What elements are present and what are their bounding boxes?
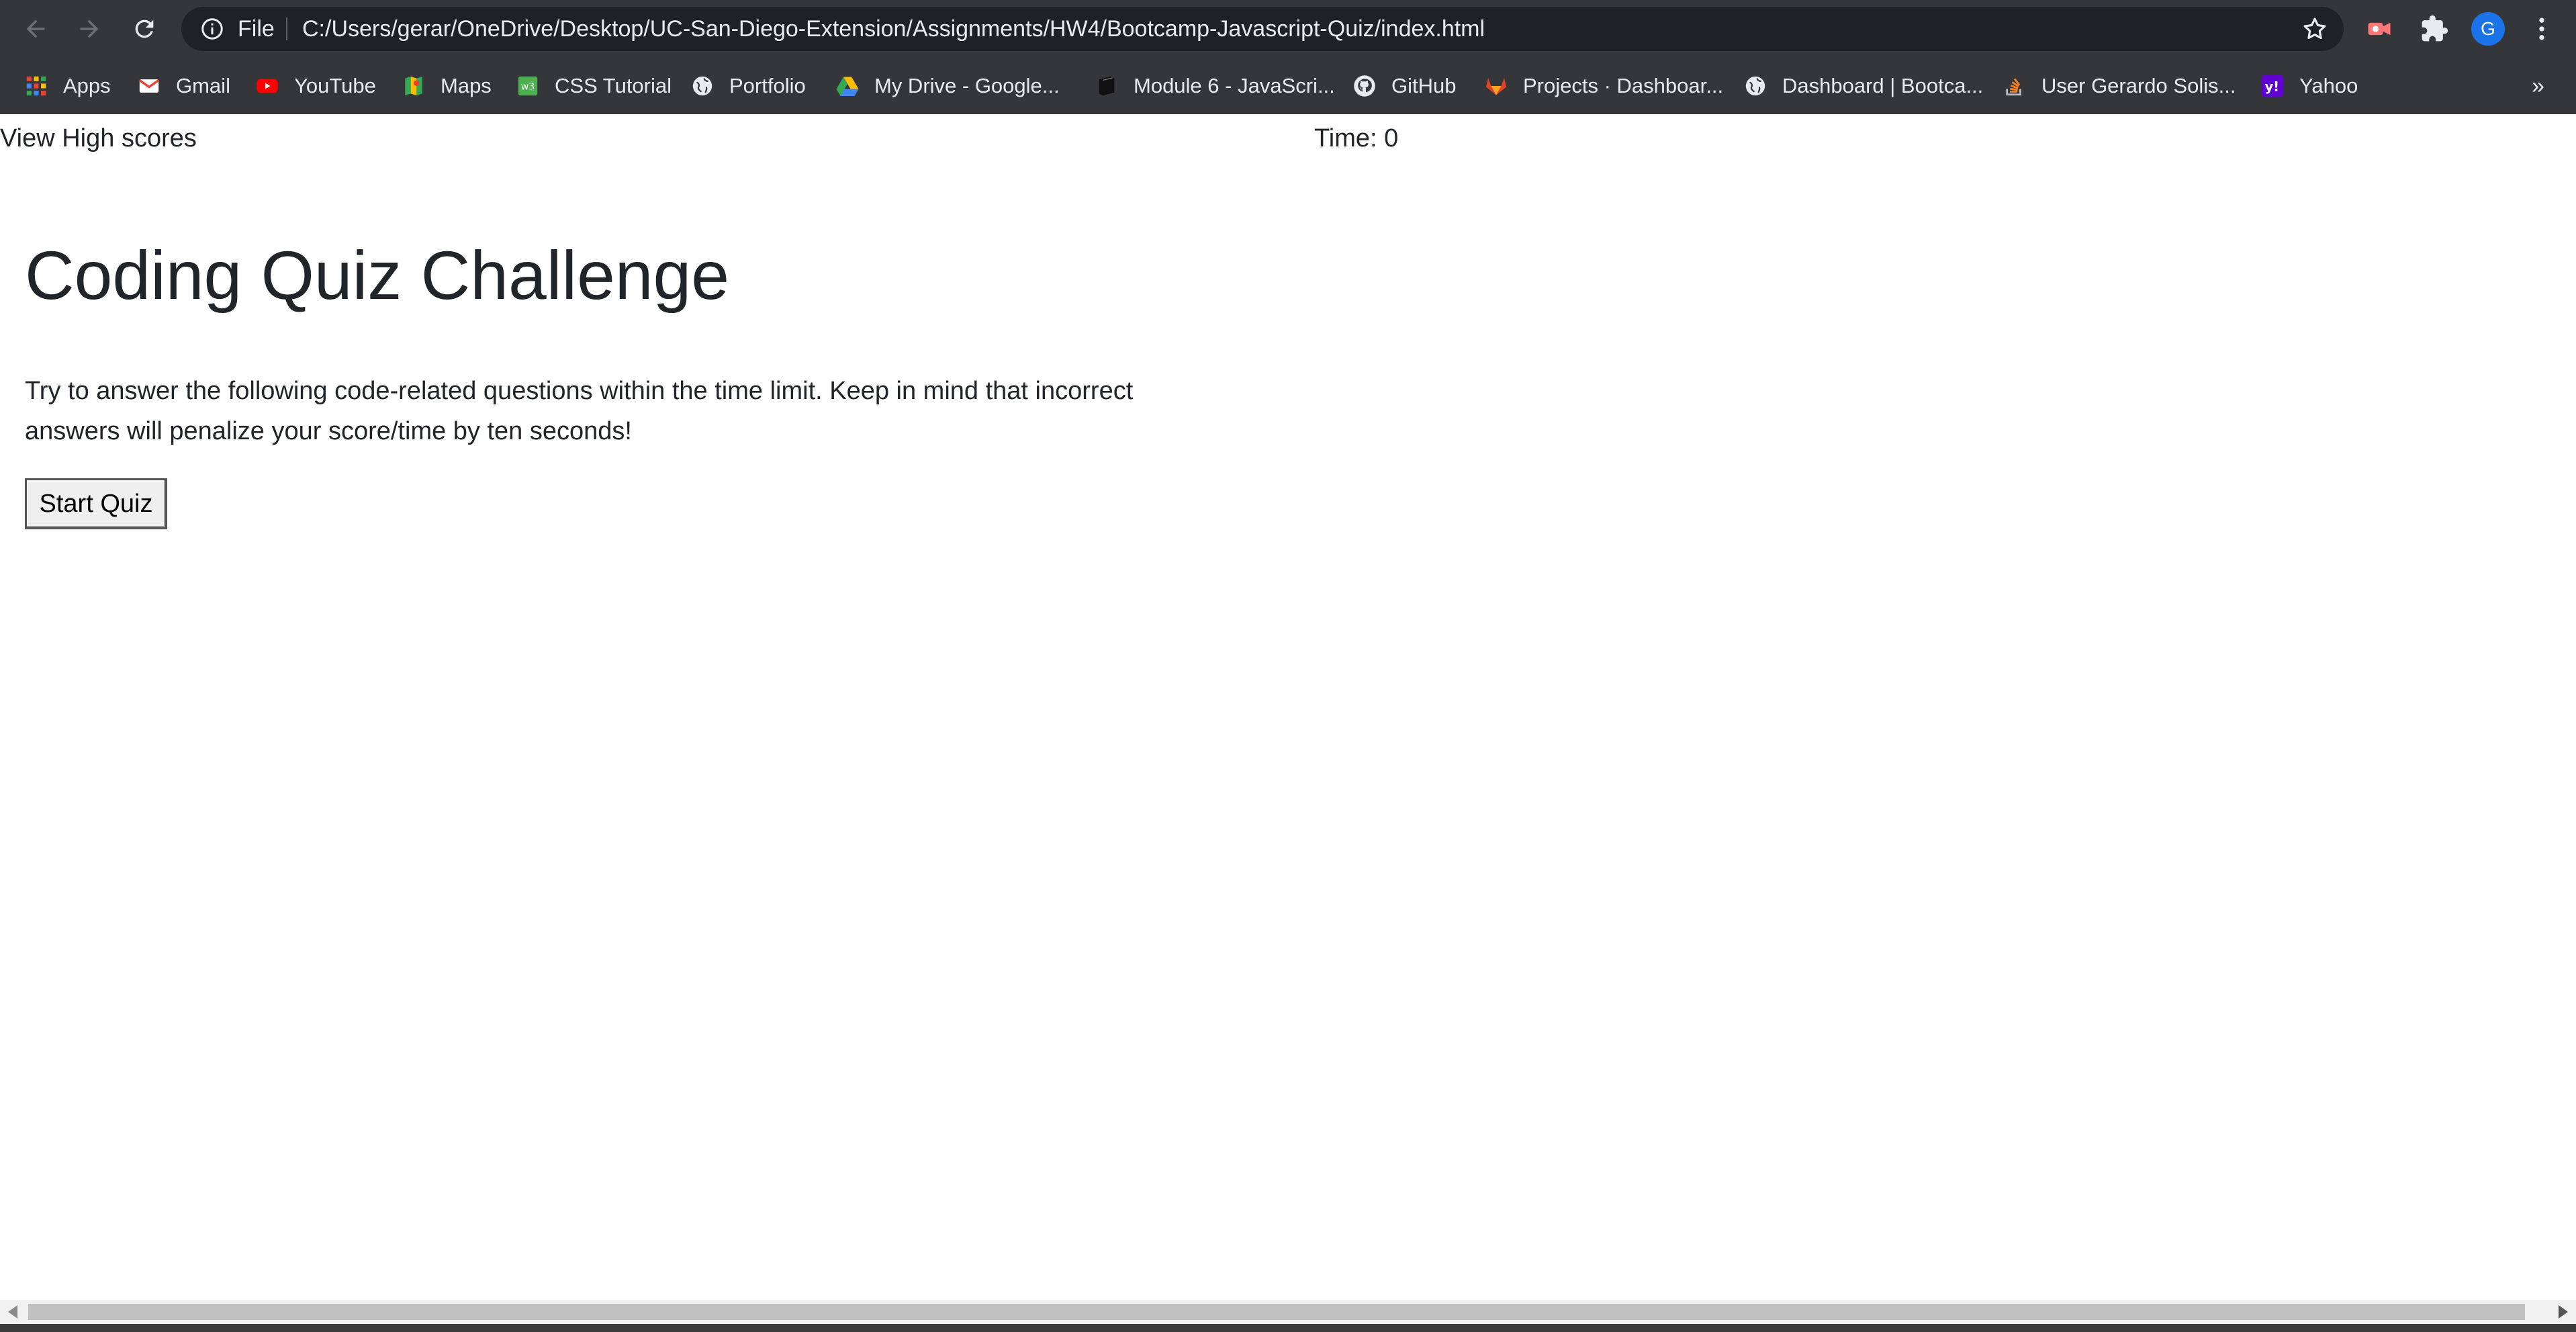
bookmark-my-drive[interactable]: My Drive - Google... (835, 71, 1060, 101)
bookmark-apps[interactable]: Apps (24, 71, 111, 101)
bookmark-github[interactable]: GitHub (1352, 71, 1456, 101)
github-icon (1352, 74, 1377, 98)
browser-chrome: File C:/Users/gerar/OneDrive/Desktop/UC-… (0, 0, 2576, 114)
info-icon[interactable] (200, 17, 224, 41)
bookmark-label: Projects · Dashboar... (1523, 74, 1724, 97)
taskbar-strip (0, 1324, 2576, 1332)
bookmark-label: Yahoo (2299, 74, 2358, 97)
start-quiz-button[interactable]: Start Quiz (25, 478, 167, 529)
address-bar[interactable]: File C:/Users/gerar/OneDrive/Desktop/UC-… (181, 7, 2344, 51)
bookmark-gitlab-projects[interactable]: Projects · Dashboar... (1484, 71, 1723, 101)
bookmark-label: My Drive - Google... (874, 74, 1060, 97)
bookmark-label: Portfolio (729, 74, 806, 97)
url-text[interactable]: C:/Users/gerar/OneDrive/Desktop/UC-San-D… (302, 7, 1485, 51)
bookmarks-bar: Apps Gmail YouTube Maps w3 CSS Tutorial (0, 58, 2576, 114)
extension-video-icon[interactable] (2362, 12, 2396, 46)
view-highscores-link[interactable]: View High scores (0, 118, 197, 159)
maps-icon (402, 74, 426, 98)
bookmark-portfolio[interactable]: Portfolio (690, 71, 806, 101)
globe-icon (1743, 74, 1767, 98)
youtube-icon (255, 74, 279, 98)
more-bookmarks-chevron-icon[interactable]: » (2532, 71, 2544, 101)
horizontal-scrollbar[interactable] (0, 1300, 2576, 1324)
bookmark-star-icon[interactable] (2301, 15, 2329, 43)
bookmark-gmail[interactable]: Gmail (137, 71, 230, 101)
svg-text:w3: w3 (521, 82, 535, 93)
bookmark-user-gerardo[interactable]: User Gerardo Solis... (2003, 71, 2236, 101)
bookmark-maps[interactable]: Maps (402, 71, 492, 101)
svg-text:y!: y! (2264, 79, 2279, 95)
apps-grid-icon (24, 74, 48, 98)
bookmark-label: GitHub (1391, 74, 1457, 97)
scrollbar-thumb[interactable] (28, 1304, 2525, 1320)
url-scheme-label: File (238, 16, 275, 42)
quiz-intro-text: Try to answer the following code-related… (25, 377, 1134, 445)
bookmark-css-tutorial[interactable]: w3 CSS Tutorial (516, 71, 672, 101)
bookmark-label: YouTube (294, 74, 376, 97)
globe-icon (690, 74, 715, 98)
bookmark-label: Apps (63, 74, 111, 97)
gmail-icon (137, 74, 161, 98)
address-divider (286, 17, 287, 40)
bookmark-label: Maps (441, 74, 492, 97)
browser-toolbar: File C:/Users/gerar/OneDrive/Desktop/UC-… (0, 0, 2576, 58)
bookmark-label: CSS Tutorial (555, 74, 672, 97)
reload-icon[interactable] (128, 12, 161, 46)
page-title: Coding Quiz Challenge (25, 237, 729, 314)
bookmark-youtube[interactable]: YouTube (255, 71, 376, 101)
bookmark-label: Dashboard | Bootca... (1782, 74, 1984, 97)
scroll-left-arrow-icon[interactable] (8, 1305, 17, 1319)
book-icon (1095, 74, 1119, 98)
css-tutorial-icon: w3 (516, 74, 540, 98)
bookmark-module-6[interactable]: Module 6 - JavaScri... (1095, 71, 1335, 101)
bookmark-label: User Gerardo Solis... (2041, 74, 2236, 97)
gitlab-icon (1484, 74, 1508, 98)
forward-arrow-icon[interactable] (73, 12, 106, 46)
back-arrow-icon[interactable] (19, 12, 52, 46)
scroll-right-arrow-icon[interactable] (2559, 1305, 2568, 1319)
bookmark-yahoo[interactable]: y! Yahoo (2260, 71, 2358, 101)
yahoo-icon: y! (2260, 74, 2285, 98)
extensions-puzzle-icon[interactable] (2418, 12, 2451, 46)
page-content: View High scores Time: 0 Coding Quiz Cha… (0, 114, 2576, 1300)
google-drive-icon (835, 74, 860, 98)
profile-avatar[interactable]: G (2471, 12, 2505, 46)
stackoverflow-icon (2003, 74, 2027, 98)
browser-menu-icon[interactable] (2525, 12, 2559, 46)
bookmark-bootcamp-dashboard[interactable]: Dashboard | Bootca... (1743, 71, 1983, 101)
bookmark-label: Module 6 - JavaScri... (1134, 74, 1335, 97)
timer-display: Time: 0 (1314, 124, 1399, 152)
bookmark-label: Gmail (176, 74, 230, 97)
